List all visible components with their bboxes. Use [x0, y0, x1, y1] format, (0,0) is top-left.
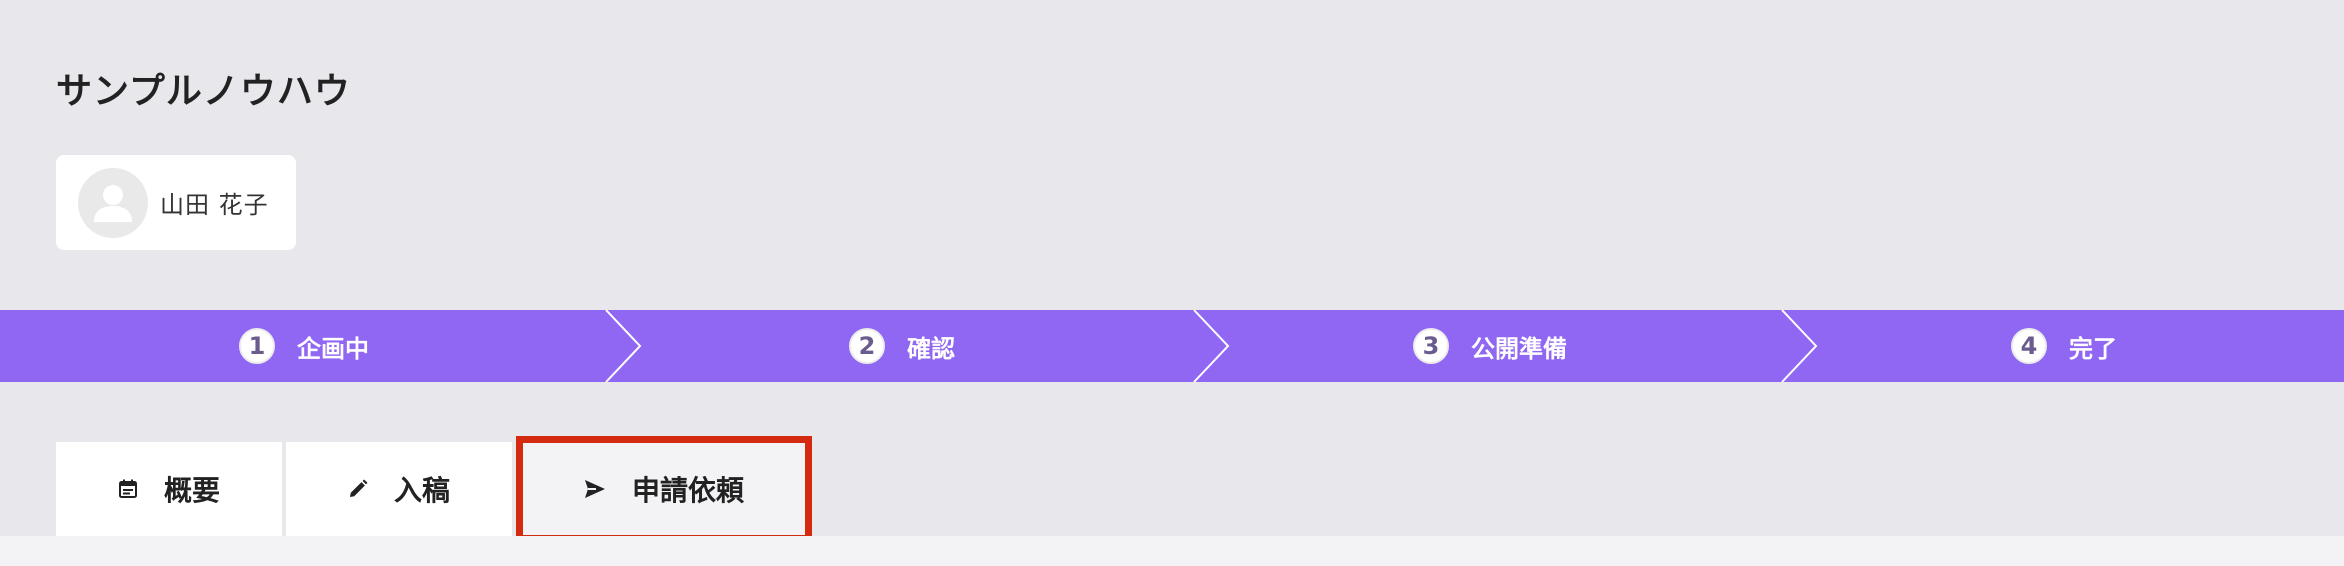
step-1: 1 企画中	[0, 310, 608, 382]
avatar	[78, 167, 148, 238]
page-title: サンプルノウハウ	[56, 71, 351, 112]
step-2: 2 確認	[608, 310, 1196, 382]
tab-label: 概要	[163, 474, 220, 507]
calendar-icon	[118, 479, 138, 499]
step-number: 2	[849, 328, 885, 364]
pencil-icon	[348, 479, 368, 499]
step-label: 確認	[907, 334, 955, 363]
content-area	[0, 536, 2344, 566]
person-icon	[94, 184, 132, 222]
tab-label: 申請依頼	[631, 474, 744, 507]
tab-application-request[interactable]: 申請依頼	[516, 436, 812, 542]
user-chip[interactable]: 山田 花子	[56, 155, 296, 250]
step-number: 3	[1413, 328, 1449, 364]
step-label: 企画中	[297, 334, 369, 363]
tab-overview[interactable]: 概要	[56, 442, 282, 536]
step-3: 3 公開準備	[1196, 310, 1784, 382]
tab-submission[interactable]: 入稿	[286, 442, 512, 536]
step-label: 公開準備	[1471, 334, 1567, 363]
user-name: 山田 花子	[160, 191, 269, 219]
step-number: 1	[239, 328, 275, 364]
page: サンプルノウハウ 山田 花子 1 企画中 2 確認 3 公開準備 4 完了 概要…	[0, 0, 2344, 566]
tab-bar: 概要 入稿 申請依頼	[56, 436, 816, 542]
step-4: 4 完了	[1784, 310, 2344, 382]
step-number: 4	[2011, 328, 2047, 364]
step-label: 完了	[2069, 334, 2117, 363]
tab-label: 入稿	[393, 474, 450, 507]
progress-stepper: 1 企画中 2 確認 3 公開準備 4 完了	[0, 310, 2344, 382]
send-icon	[584, 479, 606, 499]
